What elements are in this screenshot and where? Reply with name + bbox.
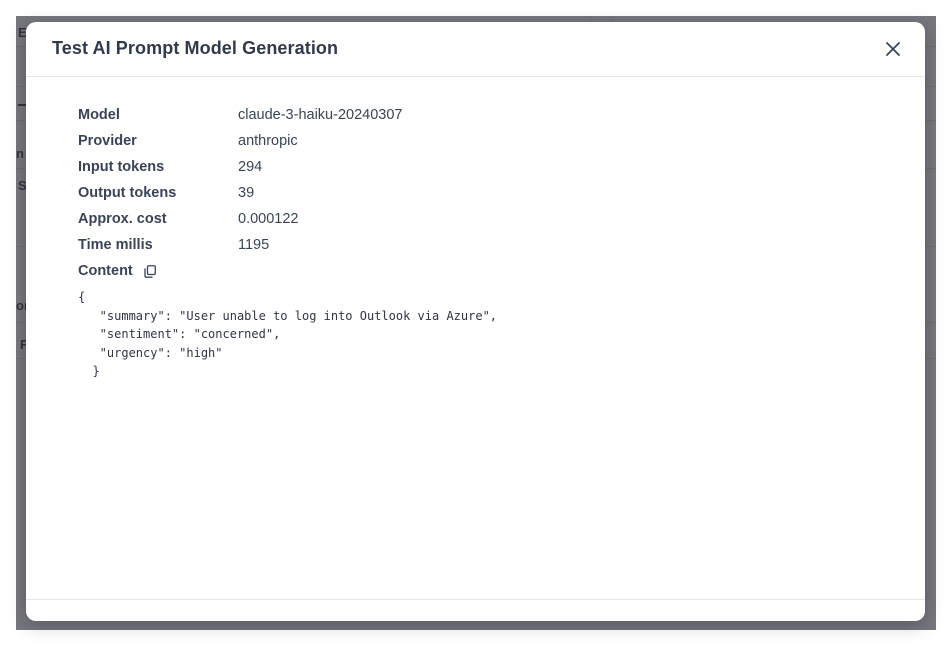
field-value: 1195 <box>238 237 270 253</box>
field-provider: Provider anthropic <box>78 128 895 154</box>
field-label: Time millis <box>78 237 153 253</box>
close-icon <box>886 42 900 56</box>
test-generation-dialog: Test AI Prompt Model Generation Model cl… <box>26 22 925 621</box>
content-header: Content <box>78 258 895 284</box>
field-approx-cost: Approx. cost 0.000122 <box>78 206 895 232</box>
field-value: 39 <box>238 185 255 201</box>
field-label: Model <box>78 107 120 123</box>
field-model: Model claude-3-haiku-20240307 <box>78 102 895 128</box>
field-label: Approx. cost <box>78 211 167 227</box>
field-output-tokens: Output tokens 39 <box>78 180 895 206</box>
field-label: Provider <box>78 133 137 149</box>
field-time-millis: Time millis 1195 <box>78 232 895 258</box>
dialog-title: Test AI Prompt Model Generation <box>52 38 339 58</box>
dialog-body: Model claude-3-haiku-20240307 Provider a… <box>78 102 895 381</box>
dialog-footer <box>26 599 925 621</box>
content-output: { "summary": "User unable to log into Ou… <box>78 290 498 378</box>
field-value: 294 <box>238 159 263 175</box>
close-button[interactable] <box>881 37 905 61</box>
field-label: Output tokens <box>78 185 177 201</box>
copy-button[interactable] <box>143 264 157 278</box>
field-value: anthropic <box>238 133 298 149</box>
copy-icon <box>144 264 156 278</box>
field-label: Input tokens <box>78 159 165 175</box>
field-value: claude-3-haiku-20240307 <box>238 107 403 123</box>
field-input-tokens: Input tokens 294 <box>78 154 895 180</box>
dialog-header: Test AI Prompt Model Generation <box>26 22 925 77</box>
field-value: 0.000122 <box>238 211 299 227</box>
content-label: Content <box>78 263 133 279</box>
